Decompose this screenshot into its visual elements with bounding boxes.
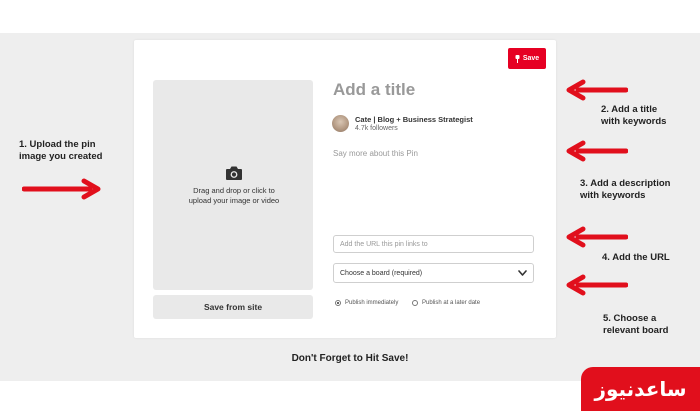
avatar [332, 115, 349, 132]
title-input[interactable]: Add a title [333, 80, 415, 100]
pin-icon [515, 54, 520, 63]
description-input[interactable]: Say more about this Pin [333, 149, 418, 158]
arrow-icon [566, 226, 628, 248]
footer-caption: Don't Forget to Hit Save! [291, 353, 409, 364]
save-button-label: Save [522, 55, 540, 62]
upload-text-line: upload your image or video [188, 196, 280, 205]
annotation-line: 5. Choose a [603, 313, 657, 324]
chevron-down-icon [518, 270, 527, 276]
watermark-logo: ساعدنیوز [581, 367, 700, 411]
camera-icon [226, 166, 242, 180]
annotation-step-5: 5. Choose a relevant board [603, 313, 668, 337]
radio-label: Publish immediately [345, 300, 399, 306]
radio-unselected[interactable] [412, 300, 418, 306]
board-select-value: Choose a board (required) [340, 269, 423, 277]
annotation-step-1: 1. Upload the pin image you created [19, 139, 102, 163]
url-input[interactable]: Add the URL this pin links to [333, 235, 534, 253]
annotation-line: with keywords [601, 116, 667, 127]
board-select[interactable]: Choose a board (required) [333, 263, 534, 283]
annotation-line: image you created [19, 151, 103, 162]
arrow-icon [566, 79, 628, 101]
upload-instructions: Drag and drop or click to upload your im… [160, 186, 308, 206]
annotation-line: 3. Add a description [580, 178, 671, 189]
follower-count: 4.7k followers [355, 125, 398, 132]
save-from-site-button[interactable]: Save from site [153, 295, 313, 319]
annotation-line: relevant board [603, 325, 669, 336]
radio-label: Publish at a later date [422, 300, 481, 306]
image-upload-dropzone[interactable] [153, 80, 313, 290]
user-name: Cate | Blog + Business Strategist [355, 115, 473, 124]
annotation-step-2: 2. Add a title with keywords [601, 104, 666, 128]
radio-selected[interactable] [335, 300, 341, 306]
annotation-line: 2. Add a title [601, 104, 658, 115]
arrow-icon [566, 274, 628, 296]
annotation-line: with keywords [580, 190, 646, 201]
arrow-icon [566, 140, 628, 162]
annotation-step-3: 3. Add a description with keywords [580, 178, 670, 202]
publish-immediately-option[interactable]: Publish immediately [335, 300, 398, 306]
annotation-step-4: 4. Add the URL [602, 252, 670, 263]
save-button[interactable]: Save [508, 48, 546, 69]
annotation-line: 1. Upload the pin [19, 139, 96, 150]
arrow-icon [22, 178, 101, 200]
publish-later-option[interactable]: Publish at a later date [412, 300, 480, 306]
upload-text-line: Drag and drop or click to [193, 186, 275, 195]
